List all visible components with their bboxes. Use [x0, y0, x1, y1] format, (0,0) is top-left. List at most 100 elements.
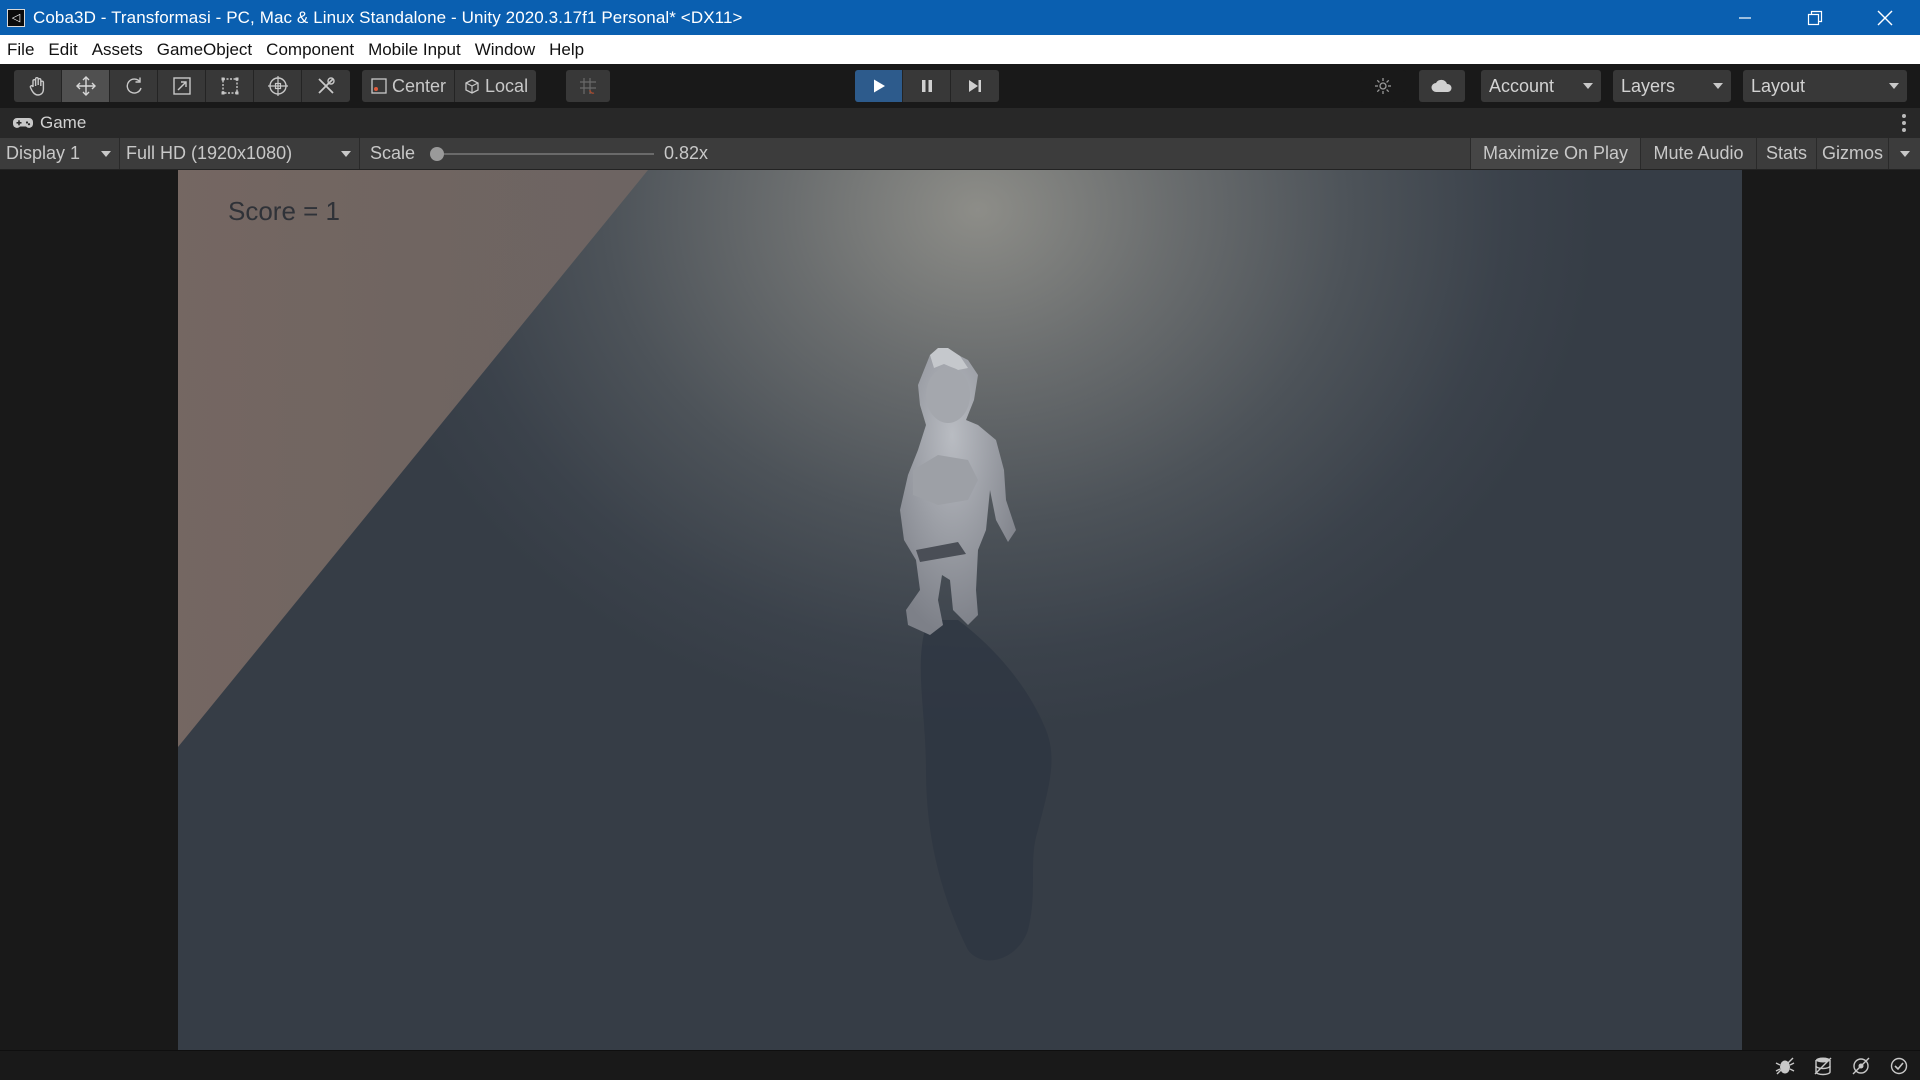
window-title-bar: ◁ Coba3D - Transformasi - PC, Mac & Linu… [0, 0, 1920, 35]
rotate-tool-button[interactable] [110, 70, 158, 102]
grid-snap-icon [580, 78, 596, 94]
stats-toggle[interactable]: Stats [1756, 138, 1816, 169]
bug-icon [1775, 1057, 1795, 1075]
stats-label: Stats [1765, 143, 1808, 163]
close-icon [1877, 10, 1893, 25]
services-button[interactable] [1360, 70, 1406, 102]
services-icon [1375, 78, 1391, 94]
auto-generate-lighting-button[interactable] [1848, 1054, 1874, 1078]
unity-logo-icon: ◁ [7, 8, 25, 27]
layout-dropdown[interactable]: Layout [1743, 70, 1907, 102]
custom-tool-button[interactable] [302, 70, 350, 102]
layers-dropdown[interactable]: Layers [1613, 70, 1731, 102]
close-button[interactable] [1850, 0, 1920, 35]
pivot-mode-toggle[interactable]: Center [362, 70, 456, 102]
menu-mobile-input[interactable]: Mobile Input [368, 40, 461, 60]
menu-file[interactable]: File [7, 40, 34, 60]
chevron-down-icon [1889, 83, 1899, 89]
lighting-off-icon [1852, 1057, 1870, 1075]
menu-component[interactable]: Component [266, 40, 354, 60]
chevron-down-icon [101, 150, 111, 157]
play-icon [873, 79, 885, 93]
cache-server-button[interactable] [1810, 1054, 1836, 1078]
collab-button[interactable] [1419, 70, 1465, 102]
status-icons [1772, 1054, 1912, 1078]
main-toolbar: Center Local Account Layers Layout [0, 64, 1920, 108]
menu-bar: File Edit Assets GameObject Component Mo… [0, 35, 1920, 64]
grid-snap-button[interactable] [566, 70, 610, 102]
panel-menu-icon[interactable] [1902, 114, 1906, 132]
rotate-tool-icon [126, 77, 142, 94]
menu-edit[interactable]: Edit [48, 40, 77, 60]
menu-gameobject[interactable]: GameObject [157, 40, 252, 60]
chevron-down-icon [1713, 83, 1723, 89]
pivot-toggles: Center Local [362, 70, 537, 102]
maximize-on-play-toggle[interactable]: Maximize On Play [1470, 138, 1640, 169]
account-label: Account [1489, 75, 1555, 96]
window-controls [1710, 0, 1920, 35]
display-dropdown[interactable]: Display 1 [0, 138, 120, 169]
game-render[interactable]: Score = 1 [178, 170, 1742, 1050]
chevron-down-icon [1583, 83, 1593, 89]
gizmos-toggle[interactable]: Gizmos [1816, 138, 1888, 169]
mute-audio-label: Mute Audio [1653, 143, 1744, 163]
gizmos-dropdown[interactable] [1888, 138, 1920, 169]
account-dropdown[interactable]: Account [1481, 70, 1601, 102]
pause-icon [921, 80, 932, 92]
pivot-local-icon [465, 79, 479, 94]
scale-label: Scale [370, 143, 416, 163]
status-bar [0, 1050, 1920, 1080]
layout-label: Layout [1751, 75, 1806, 96]
transform-tool-button[interactable] [254, 70, 302, 102]
game-viewport[interactable]: Score = 1 [0, 170, 1920, 1050]
maximize-on-play-label: Maximize On Play [1482, 143, 1629, 163]
scale-tool-button[interactable] [158, 70, 206, 102]
rect-tool-button[interactable] [206, 70, 254, 102]
wall-plane [178, 170, 648, 747]
scale-tool-icon [172, 77, 191, 95]
scale-slider-track[interactable] [434, 153, 654, 155]
game-view-toolbar: Display 1 Full HD (1920x1080) Scale 0.82… [0, 138, 1920, 170]
debug-mode-button[interactable] [1772, 1054, 1798, 1078]
character-model [900, 348, 1016, 635]
tab-game-label: Game [40, 113, 87, 132]
cloud-icon [1431, 79, 1452, 92]
progress-status-button[interactable] [1886, 1054, 1912, 1078]
step-icon [969, 80, 981, 92]
step-button[interactable] [951, 70, 999, 102]
pivot-rotation-label: Local [485, 75, 529, 96]
character-head [926, 367, 970, 423]
hand-tool-icon [29, 77, 44, 96]
database-icon [1814, 1057, 1832, 1076]
grid-snap-group [566, 70, 610, 102]
menu-help[interactable]: Help [549, 40, 584, 60]
restore-button[interactable] [1780, 0, 1850, 35]
pivot-mode-label: Center [392, 75, 447, 96]
character-shadow [920, 620, 1052, 961]
mute-audio-toggle[interactable]: Mute Audio [1640, 138, 1756, 169]
pause-button[interactable] [903, 70, 951, 102]
move-tool-icon [75, 76, 96, 96]
layers-label: Layers [1621, 75, 1676, 96]
score-text: Score = 1 [228, 196, 341, 226]
move-tool-button[interactable] [62, 70, 110, 102]
tab-game[interactable]: Game [0, 108, 86, 138]
playback-controls [855, 70, 999, 102]
hand-tool-button[interactable] [14, 70, 62, 102]
resolution-dropdown[interactable]: Full HD (1920x1080) [120, 138, 360, 169]
window-title: Coba3D - Transformasi - PC, Mac & Linux … [33, 7, 743, 27]
game-scene [178, 170, 1052, 961]
play-button[interactable] [855, 70, 903, 102]
menu-assets[interactable]: Assets [92, 40, 143, 60]
game-tab-bar: Game [0, 108, 1920, 138]
scale-slider-thumb[interactable] [430, 147, 444, 161]
gamepad-icon [13, 118, 33, 128]
chevron-down-icon [1899, 150, 1910, 157]
pivot-rotation-toggle[interactable]: Local [455, 70, 536, 102]
chevron-down-icon [341, 150, 351, 157]
gizmos-label: Gizmos [1822, 143, 1884, 163]
minimize-button[interactable] [1710, 0, 1780, 35]
resolution-label: Full HD (1920x1080) [126, 143, 293, 163]
menu-window[interactable]: Window [475, 40, 535, 60]
minimize-icon [1739, 16, 1751, 19]
